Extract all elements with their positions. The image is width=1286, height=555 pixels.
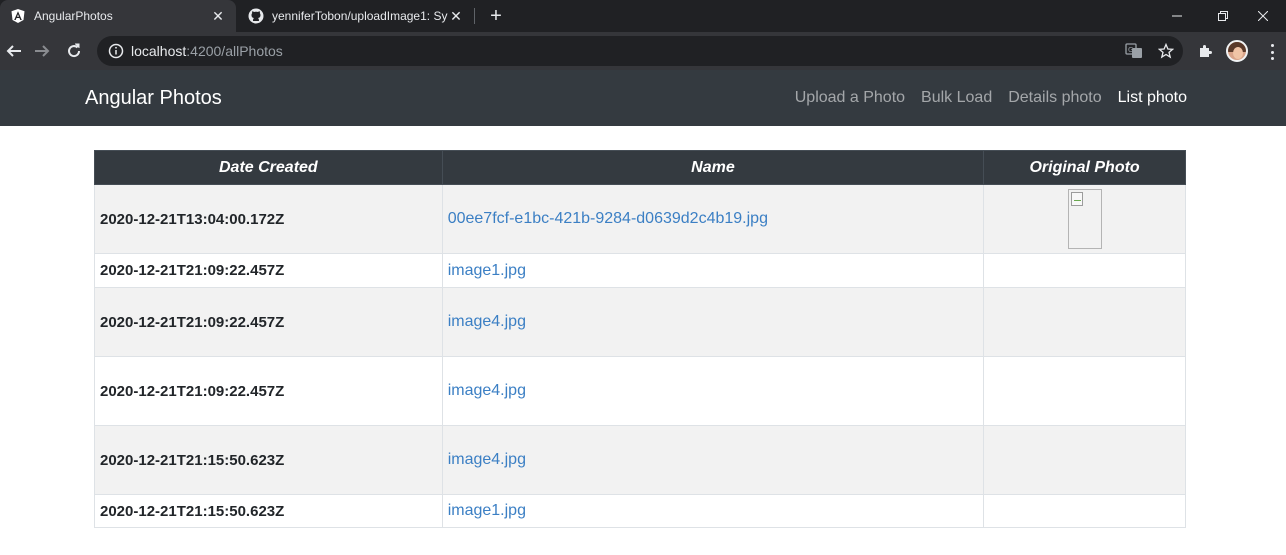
table-row: 2020-12-21T21:15:50.623Z image4.jpg xyxy=(94,425,1186,495)
info-icon[interactable] xyxy=(101,43,131,59)
back-arrow-icon[interactable] xyxy=(0,37,28,65)
app-navbar: Angular Photos Upload a Photo Bulk Load … xyxy=(0,70,1286,126)
new-tab-plus-icon[interactable]: + xyxy=(484,4,508,28)
forward-arrow-icon[interactable] xyxy=(28,37,56,65)
table-row: 2020-12-21T21:09:22.457Z image4.jpg xyxy=(94,287,1186,357)
photo-cell xyxy=(983,253,1186,288)
tab-title: yenniferTobon/uploadImage1: Sy xyxy=(272,9,448,23)
date-cell: 2020-12-21T21:15:50.623Z xyxy=(94,494,443,528)
translate-icon[interactable]: G xyxy=(1120,37,1148,65)
header-date-created: Date Created xyxy=(94,150,443,185)
profile-avatar[interactable] xyxy=(1226,40,1248,62)
photo-cell xyxy=(983,287,1186,357)
table-row: 2020-12-21T13:04:00.172Z 00ee7fcf-e1bc-4… xyxy=(94,184,1186,254)
angular-icon xyxy=(10,8,26,24)
tab-github[interactable]: yenniferTobon/uploadImage1: Sy ✕ xyxy=(238,0,474,32)
close-tab-icon[interactable]: ✕ xyxy=(210,8,226,24)
browser-menu-icon[interactable] xyxy=(1262,42,1282,62)
date-cell: 2020-12-21T21:15:50.623Z xyxy=(94,425,443,495)
bookmark-star-icon[interactable] xyxy=(1152,37,1180,65)
photo-name-link[interactable]: 00ee7fcf-e1bc-421b-9284-d0639d2c4b19.jpg xyxy=(448,210,768,227)
name-cell: image4.jpg xyxy=(441,356,985,426)
photo-name-link[interactable]: image1.jpg xyxy=(448,502,526,519)
tab-separator xyxy=(474,8,475,24)
close-window-icon[interactable] xyxy=(1240,0,1286,32)
photo-cell xyxy=(983,494,1186,528)
photo-name-link[interactable]: image4.jpg xyxy=(448,451,526,468)
nav-upload-a-photo[interactable]: Upload a Photo xyxy=(795,89,905,107)
minimize-icon[interactable] xyxy=(1154,0,1200,32)
brand-title[interactable]: Angular Photos xyxy=(85,87,222,110)
svg-text:G: G xyxy=(1128,46,1133,54)
tab-angularphotos[interactable]: AngularPhotos ✕ xyxy=(0,0,236,32)
nav-list-photo[interactable]: List photo xyxy=(1118,89,1187,107)
nav-details-photo[interactable]: Details photo xyxy=(1008,89,1101,107)
table-row: 2020-12-21T21:09:22.457Z image1.jpg xyxy=(94,253,1186,288)
photo-name-link[interactable]: image4.jpg xyxy=(448,382,526,399)
photo-name-link[interactable]: image4.jpg xyxy=(448,313,526,330)
nav-links: Upload a Photo Bulk Load Details photo L… xyxy=(795,89,1187,107)
close-tab-icon[interactable]: ✕ xyxy=(448,8,464,24)
photos-table-container: Date Created Name Original Photo 2020-12… xyxy=(94,150,1186,528)
header-original-photo: Original Photo xyxy=(983,150,1186,185)
address-bar[interactable]: localhost:4200/allPhotos xyxy=(97,36,1183,66)
photo-cell xyxy=(983,425,1186,495)
photo-name-link[interactable]: image1.jpg xyxy=(448,262,526,279)
table-header-row: Date Created Name Original Photo xyxy=(94,150,1186,185)
photo-cell xyxy=(983,356,1186,426)
date-cell: 2020-12-21T21:09:22.457Z xyxy=(94,356,443,426)
date-cell: 2020-12-21T21:09:22.457Z xyxy=(94,287,443,357)
header-name: Name xyxy=(441,150,985,185)
date-cell: 2020-12-21T21:09:22.457Z xyxy=(94,253,443,288)
photos-table: Date Created Name Original Photo 2020-12… xyxy=(94,150,1186,528)
url-host: localhost xyxy=(131,43,187,59)
name-cell: image4.jpg xyxy=(441,287,985,357)
url-text: localhost:4200/allPhotos xyxy=(131,43,283,59)
reload-icon[interactable] xyxy=(60,37,88,65)
date-cell: 2020-12-21T13:04:00.172Z xyxy=(94,184,443,254)
github-icon xyxy=(248,8,264,24)
broken-image-icon[interactable] xyxy=(1067,189,1102,249)
nav-bulk-load[interactable]: Bulk Load xyxy=(921,89,992,107)
url-path: :4200/allPhotos xyxy=(186,43,283,59)
name-cell: image4.jpg xyxy=(441,425,985,495)
browser-toolbar: localhost:4200/allPhotos G xyxy=(0,32,1286,70)
table-row: 2020-12-21T21:09:22.457Z image4.jpg xyxy=(94,356,1186,426)
name-cell: image1.jpg xyxy=(441,253,985,288)
photo-cell xyxy=(983,184,1186,254)
name-cell: 00ee7fcf-e1bc-421b-9284-d0639d2c4b19.jpg xyxy=(441,184,985,254)
table-row: 2020-12-21T21:15:50.623Z image1.jpg xyxy=(94,494,1186,528)
name-cell: image1.jpg xyxy=(441,494,985,528)
browser-tab-strip: AngularPhotos ✕ yenniferTobon/uploadImag… xyxy=(0,0,1286,32)
tab-title: AngularPhotos xyxy=(34,9,113,23)
extensions-puzzle-icon[interactable] xyxy=(1192,37,1220,65)
